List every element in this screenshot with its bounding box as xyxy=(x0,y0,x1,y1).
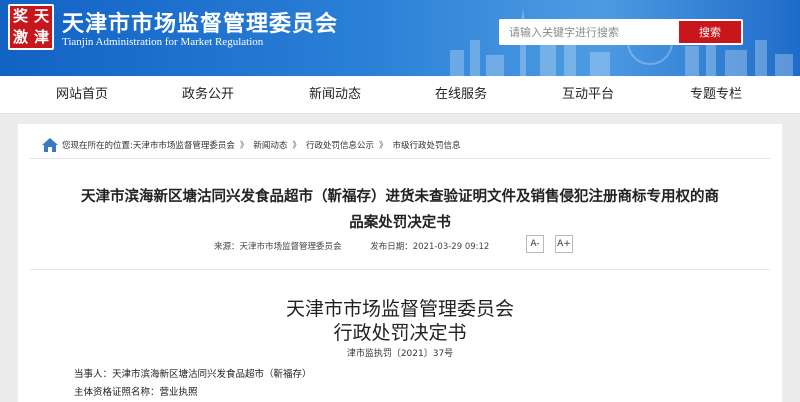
nav-item-online-services[interactable]: 在线服务 xyxy=(435,76,487,114)
document-party: 当事人：天津市滨海新区塘沽同兴发食品超市（靳福存） xyxy=(74,369,312,380)
meta-divider xyxy=(30,269,770,270)
breadcrumb-link-penalty-info[interactable]: 行政处罚信息公示 xyxy=(306,139,374,151)
font-decrease-button[interactable]: A- xyxy=(526,235,544,253)
document-license-type: 主体资格证照名称：营业执照 xyxy=(74,387,198,398)
nav-item-news[interactable]: 新闻动态 xyxy=(309,76,361,114)
search-input[interactable] xyxy=(499,19,679,45)
breadcrumb: 您现在所在的位置: 天津市市场监督管理委员会 》 新闻动态 》 行政处罚信息公示… xyxy=(42,136,460,154)
nav-item-government-affairs[interactable]: 政务公开 xyxy=(182,76,234,114)
nav-item-special-topics[interactable]: 专题专栏 xyxy=(690,76,742,114)
nav-item-interaction[interactable]: 互动平台 xyxy=(562,76,614,114)
document-number: 津市监执罚〔2021〕37号 xyxy=(346,349,454,359)
breadcrumb-link-city-penalty[interactable]: 市级行政处罚信息 xyxy=(392,139,460,151)
breadcrumb-link-home[interactable]: 天津市市场监督管理委员会 xyxy=(133,139,235,151)
breadcrumb-divider xyxy=(30,158,770,159)
search-box: 搜索 xyxy=(499,19,743,45)
home-icon[interactable] xyxy=(42,138,58,152)
breadcrumb-separator: 》 xyxy=(292,141,301,151)
logo-seal: 奖 天 激 津 xyxy=(10,6,52,48)
search-button[interactable]: 搜索 xyxy=(679,21,741,43)
article-source: 来源：天津市市场监督管理委员会 xyxy=(214,242,342,252)
site-title-en: Tianjin Administration for Market Regula… xyxy=(62,36,264,48)
document-heading-type: 行政处罚决定书 xyxy=(333,322,467,344)
site-logo[interactable]: 奖 天 激 津 xyxy=(8,4,54,50)
content-panel: 您现在所在的位置: 天津市市场监督管理委员会 》 新闻动态 》 行政处罚信息公示… xyxy=(18,124,782,402)
article-date: 发布日期：2021-03-29 09:12 xyxy=(370,242,490,252)
document-heading-agency: 天津市市场监督管理委员会 xyxy=(285,298,514,320)
breadcrumb-prefix: 您现在所在的位置: xyxy=(62,141,133,151)
site-title-cn: 天津市市场监督管理委员会 xyxy=(62,12,339,37)
nav-item-home[interactable]: 网站首页 xyxy=(56,76,108,114)
breadcrumb-separator: 》 xyxy=(239,141,249,151)
article-title: 天津市滨海新区塘沽同兴发食品超市（靳福存）进货未查验证明文件及销售侵犯注册商标专… xyxy=(30,184,770,236)
font-increase-button[interactable]: A+ xyxy=(555,235,573,253)
site-header: 奖 天 激 津 天津市市场监督管理委员会 Tianjin Administrat… xyxy=(0,0,800,76)
main-nav: 网站首页 政务公开 新闻动态 在线服务 互动平台 专题专栏 xyxy=(0,76,800,114)
article-title-line1: 天津市滨海新区塘沽同兴发食品超市（靳福存）进货未查验证明文件及销售侵犯注册商标专… xyxy=(81,189,719,205)
article-title-line2: 品案处罚决定书 xyxy=(349,215,451,231)
breadcrumb-separator: 》 xyxy=(378,141,388,151)
breadcrumb-link-news[interactable]: 新闻动态 xyxy=(253,139,287,151)
article-meta: 来源：天津市市场监督管理委员会 发布日期：2021-03-29 09:12 xyxy=(214,240,515,252)
